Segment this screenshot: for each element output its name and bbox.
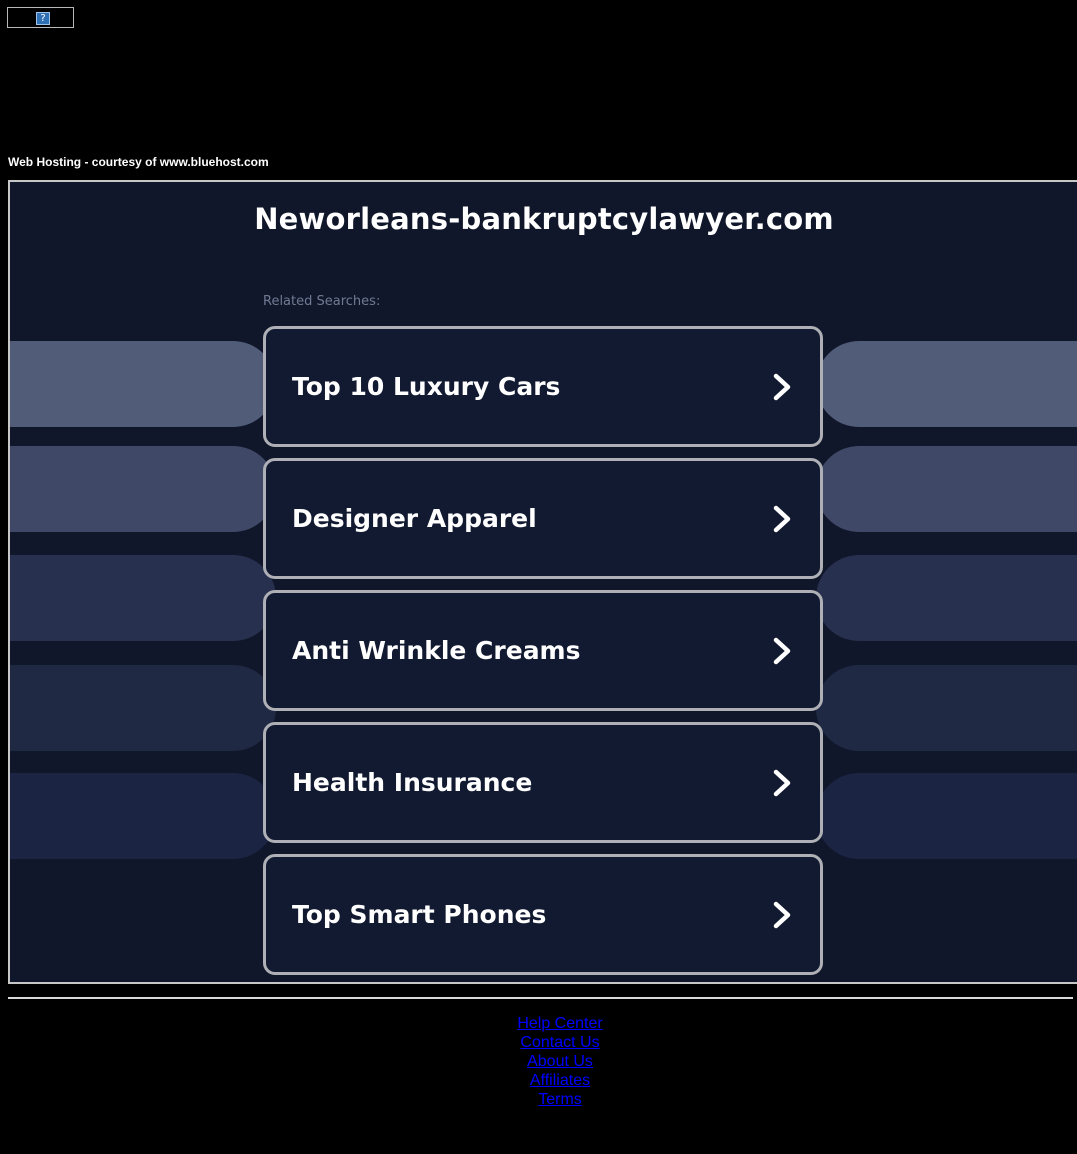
search-link-5[interactable]: Top Smart Phones: [263, 854, 823, 975]
decor-pill-left-5: [10, 773, 276, 859]
footer-link-affiliates[interactable]: Affiliates: [530, 1071, 590, 1090]
top-banner-frame[interactable]: ?: [7, 7, 74, 28]
decor-pill-right-5: [816, 773, 1077, 859]
decor-pill-left-3: [10, 555, 276, 641]
decor-pill-left-1: [10, 341, 276, 427]
domain-title-text: Neworleans-bankruptcylawyer.com: [254, 202, 834, 236]
decor-pill-left-2: [10, 446, 276, 532]
footer-link-terms[interactable]: Terms: [538, 1090, 582, 1109]
decor-pill-right-2: [816, 446, 1077, 532]
footer-link-about-us[interactable]: About Us: [527, 1052, 593, 1071]
footer-link-help-center[interactable]: Help Center: [517, 1014, 602, 1033]
search-link-label: Designer Apparel: [292, 504, 537, 533]
chevron-right-icon: [773, 769, 791, 797]
search-link-label: Top Smart Phones: [292, 900, 547, 929]
footer-divider: [8, 997, 1073, 999]
chevron-right-icon: [773, 637, 791, 665]
search-link-label: Anti Wrinkle Creams: [292, 636, 581, 665]
search-link-label: Health Insurance: [292, 768, 533, 797]
broken-image-icon: ?: [36, 12, 50, 25]
related-searches-label: Related Searches:: [263, 294, 381, 309]
decor-pill-right-1: [816, 341, 1077, 427]
decor-pill-right-4: [816, 665, 1077, 751]
search-link-4[interactable]: Health Insurance: [263, 722, 823, 843]
search-link-3[interactable]: Anti Wrinkle Creams: [263, 590, 823, 711]
search-link-1[interactable]: Top 10 Luxury Cars: [263, 326, 823, 447]
search-link-2[interactable]: Designer Apparel: [263, 458, 823, 579]
domain-title: Neworleans-bankruptcylawyer.com: [10, 202, 1077, 236]
footer-link-contact-us[interactable]: Contact Us: [520, 1033, 599, 1052]
search-link-label: Top 10 Luxury Cars: [292, 372, 561, 401]
decor-pill-left-4: [10, 665, 276, 751]
chevron-right-icon: [773, 505, 791, 533]
parking-panel: Neworleans-bankruptcylawyer.com Related …: [8, 180, 1077, 984]
decor-pill-right-3: [816, 555, 1077, 641]
footer-links: Help Center Contact Us About Us Affiliat…: [0, 1014, 1077, 1109]
chevron-right-icon: [773, 901, 791, 929]
chevron-right-icon: [773, 373, 791, 401]
hosting-note: Web Hosting - courtesy of www.bluehost.c…: [8, 155, 269, 169]
